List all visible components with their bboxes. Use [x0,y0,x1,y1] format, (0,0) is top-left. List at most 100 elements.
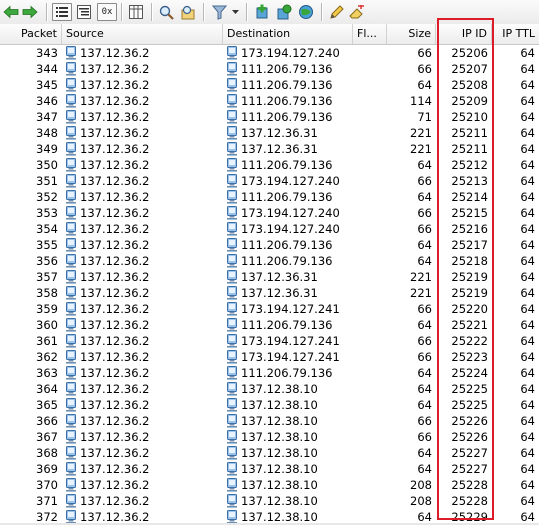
table-row[interactable]: 370 137.12.36.2 137.12.38.10 208 25228 64 [0,477,539,493]
ip-ttl-cell: 64 [492,205,539,221]
column-header-flags[interactable]: Fl... [353,24,387,44]
table-row[interactable]: 362 137.12.36.2 173.194.127.241 66 25223 64 [0,349,539,365]
size-cell-text: 64 [417,398,432,412]
columns-icon[interactable] [127,3,145,21]
list-view-icon[interactable] [52,3,72,21]
ip-ttl-cell-text: 64 [520,126,535,140]
details-view-icon[interactable] [75,3,93,21]
packet-cell: 349 [0,141,62,157]
table-row[interactable]: 366 137.12.36.2 137.12.38.10 66 25226 64 [0,413,539,429]
computer-icon [226,254,238,269]
source-cell: 137.12.36.2 [62,365,223,381]
flags-cell [353,477,387,493]
table-row[interactable]: 352 137.12.36.2 111.206.79.136 64 25214 64 [0,189,539,205]
ip-id-cell: 25213 [436,173,492,189]
size-cell: 64 [387,397,436,413]
network-icon[interactable] [297,3,315,21]
column-header-size[interactable]: Size [387,24,436,44]
back-arrow-icon[interactable] [3,3,19,21]
packet-cell-text: 344 [36,62,58,76]
add-node-alt-icon[interactable] [275,3,293,21]
filter-dropdown-icon[interactable] [230,3,240,21]
source-cell: 137.12.36.2 [62,445,223,461]
size-cell-text: 64 [417,446,432,460]
source-cell: 137.12.36.2 [62,477,223,493]
table-row[interactable]: 347 137.12.36.2 111.206.79.136 71 25210 64 [0,109,539,125]
clear-icon[interactable] [348,3,366,21]
destination-cell: 173.194.127.240 [223,45,353,61]
size-cell-text: 66 [417,414,432,428]
ip-id-cell: 25218 [436,253,492,269]
table-row[interactable]: 355 137.12.36.2 111.206.79.136 64 25217 64 [0,237,539,253]
table-row[interactable]: 369 137.12.36.2 137.12.38.10 64 25227 64 [0,461,539,477]
toolbar-separator [321,3,323,21]
computer-icon [226,286,238,301]
table-row[interactable]: 359 137.12.36.2 173.194.127.241 66 25220 64 [0,301,539,317]
column-header-destination[interactable]: Destination [223,24,353,44]
ip-ttl-cell-text: 64 [520,478,535,492]
destination-cell: 111.206.79.136 [223,189,353,205]
column-header-ip-id[interactable]: IP ID [436,24,492,44]
table-row[interactable]: 357 137.12.36.2 137.12.36.31 221 25219 64 [0,269,539,285]
destination-cell-text: 111.206.79.136 [241,78,333,92]
computer-icon [65,318,77,333]
table-row[interactable]: 358 137.12.36.2 137.12.36.31 221 25219 64 [0,285,539,301]
table-row[interactable]: 346 137.12.36.2 111.206.79.136 114 25209 64 [0,93,539,109]
table-row[interactable]: 354 137.12.36.2 173.194.127.240 66 25216 64 [0,221,539,237]
table-row[interactable]: 363 137.12.36.2 111.206.79.136 64 25224 64 [0,365,539,381]
table-row[interactable]: 349 137.12.36.2 137.12.36.31 221 25211 64 [0,141,539,157]
find-next-icon[interactable] [179,3,197,21]
hex-view-icon[interactable]: 0x [97,3,117,21]
computer-icon [65,158,77,173]
ip-ttl-cell: 64 [492,237,539,253]
destination-cell-text: 173.194.127.241 [241,302,340,316]
column-header-source[interactable]: Source [62,24,223,44]
edit-icon[interactable] [327,3,345,21]
destination-cell-text: 137.12.36.31 [241,142,318,156]
table-row[interactable]: 350 137.12.36.2 111.206.79.136 64 25212 64 [0,157,539,173]
table-row[interactable]: 351 137.12.36.2 173.194.127.240 66 25213 64 [0,173,539,189]
ip-ttl-cell-text: 64 [520,62,535,76]
table-row[interactable]: 371 137.12.36.2 137.12.38.10 208 25228 64 [0,493,539,509]
table-row[interactable]: 344 137.12.36.2 111.206.79.136 66 25207 64 [0,61,539,77]
table-row[interactable]: 348 137.12.36.2 137.12.36.31 221 25211 64 [0,125,539,141]
table-row[interactable]: 356 137.12.36.2 111.206.79.136 64 25218 64 [0,253,539,269]
table-row[interactable]: 353 137.12.36.2 173.194.127.240 66 25215 64 [0,205,539,221]
ip-id-cell-text: 25214 [451,190,488,204]
forward-arrow-icon[interactable] [22,3,38,21]
size-cell-text: 221 [410,270,432,284]
add-node-icon[interactable] [253,3,271,21]
computer-icon [226,126,238,141]
packet-cell-text: 351 [36,174,58,188]
computer-icon [65,254,77,269]
size-cell: 208 [387,477,436,493]
ip-ttl-cell: 64 [492,77,539,93]
computer-icon [226,366,238,381]
ip-id-cell-text: 25225 [451,398,488,412]
table-row[interactable]: 367 137.12.36.2 137.12.38.10 66 25226 64 [0,429,539,445]
table-row[interactable]: 345 137.12.36.2 111.206.79.136 64 25208 64 [0,77,539,93]
ip-id-cell-text: 25215 [451,206,488,220]
column-header-packet[interactable]: Packet [0,24,62,44]
table-row[interactable]: 343 137.12.36.2 173.194.127.240 66 25206 64 [0,45,539,61]
source-cell-text: 137.12.36.2 [80,206,150,220]
table-row[interactable]: 368 137.12.36.2 137.12.38.10 64 25227 64 [0,445,539,461]
table-row[interactable]: 364 137.12.36.2 137.12.38.10 64 25225 64 [0,381,539,397]
table-row[interactable]: 360 137.12.36.2 111.206.79.136 64 25221 64 [0,317,539,333]
table-row[interactable]: 365 137.12.36.2 137.12.38.10 64 25225 64 [0,397,539,413]
filter-icon[interactable] [210,3,228,21]
packet-cell-text: 352 [36,190,58,204]
source-cell: 137.12.36.2 [62,461,223,477]
packet-list: 343 137.12.36.2 173.194.127.240 66 25206 64 34… [0,45,539,525]
source-cell-text: 137.12.36.2 [80,222,150,236]
table-row[interactable]: 361 137.12.36.2 173.194.127.241 66 25222 64 [0,333,539,349]
destination-cell-text: 111.206.79.136 [241,158,333,172]
size-cell: 64 [387,237,436,253]
source-cell: 137.12.36.2 [62,429,223,445]
destination-cell-text: 111.206.79.136 [241,62,333,76]
source-cell-text: 137.12.36.2 [80,478,150,492]
ip-id-cell: 25211 [436,141,492,157]
column-header-ip-ttl[interactable]: IP TTL [492,24,539,44]
ip-id-cell-text: 25206 [451,46,488,60]
find-icon[interactable] [157,3,175,21]
